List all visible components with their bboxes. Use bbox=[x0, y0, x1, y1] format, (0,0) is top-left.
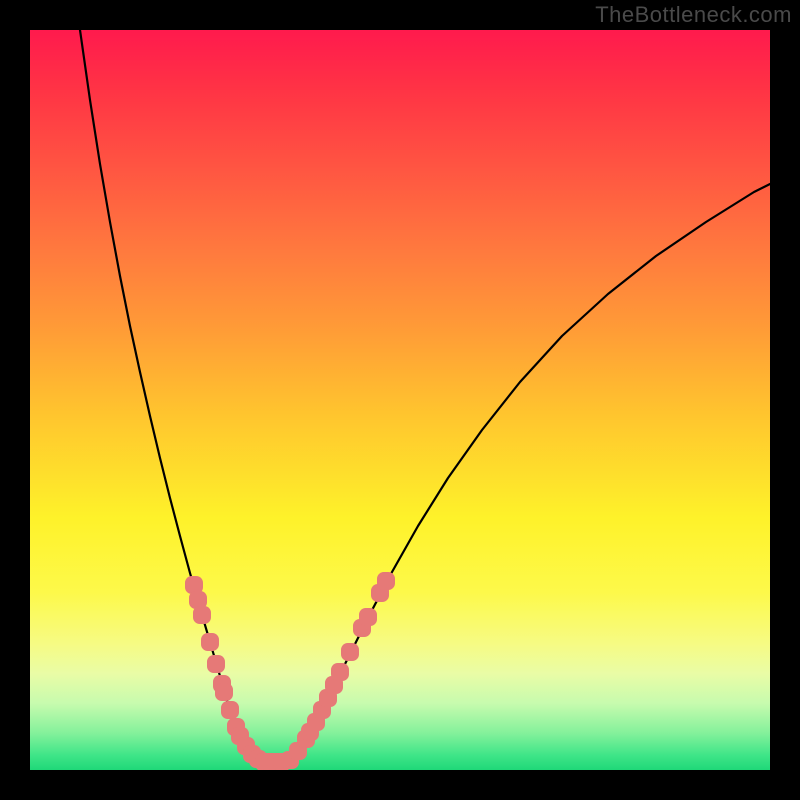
watermark-label: TheBottleneck.com bbox=[595, 2, 792, 28]
curve-path bbox=[80, 30, 770, 762]
marker-dot bbox=[377, 572, 395, 590]
marker-dot bbox=[207, 655, 225, 673]
chart-svg bbox=[30, 30, 770, 770]
marker-dot bbox=[341, 643, 359, 661]
bottleneck-curve bbox=[80, 30, 770, 762]
highlight-markers bbox=[185, 572, 395, 770]
marker-dot bbox=[201, 633, 219, 651]
marker-dot bbox=[221, 701, 239, 719]
marker-dot bbox=[215, 683, 233, 701]
marker-dot bbox=[331, 663, 349, 681]
chart-plot-area bbox=[30, 30, 770, 770]
marker-dot bbox=[193, 606, 211, 624]
marker-dot bbox=[359, 608, 377, 626]
chart-frame: TheBottleneck.com bbox=[0, 0, 800, 800]
